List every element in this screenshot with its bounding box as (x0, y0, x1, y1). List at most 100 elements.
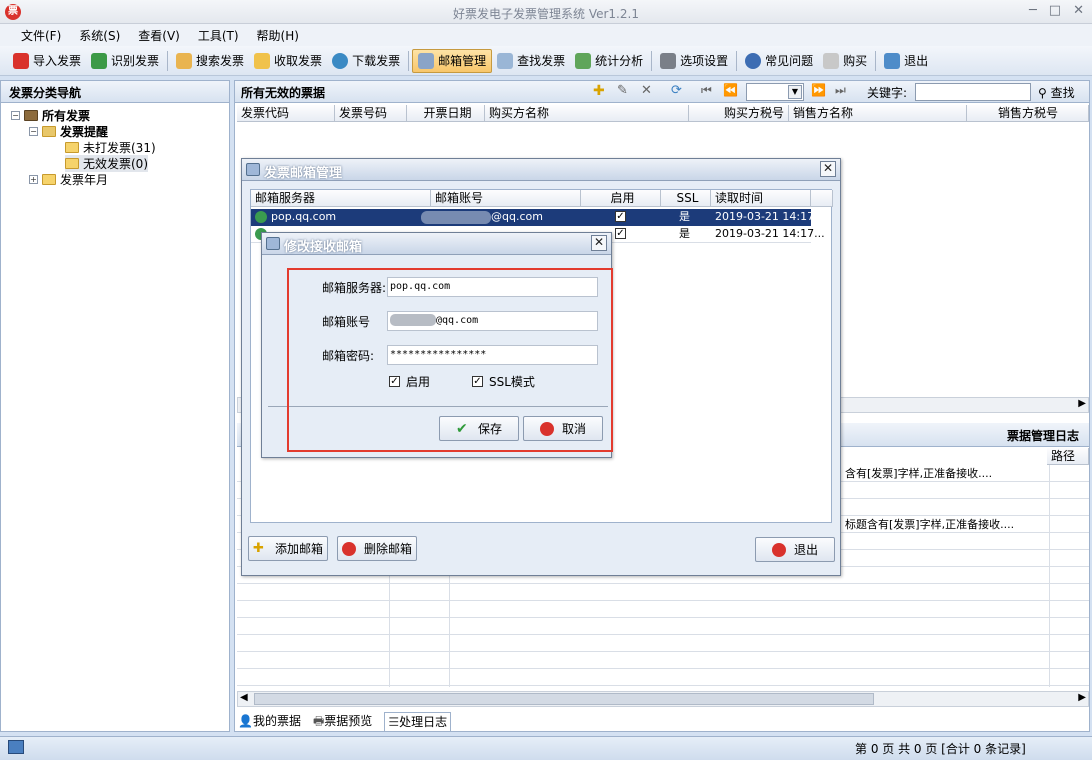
buy-button[interactable]: 购买 (818, 49, 872, 73)
menu-tools[interactable]: 工具(T) (189, 27, 248, 44)
row-enabled-checkbox[interactable]: ✓ (615, 228, 626, 239)
tab-my-invoices[interactable]: 👤我的票据 (238, 712, 301, 732)
log-row-1: 含有[发票]字样,正准备接收.... (845, 467, 993, 480)
find-invoice-button[interactable]: 查找发票 (492, 49, 570, 73)
keyword-input[interactable] (915, 83, 1031, 101)
tree-node-invalid[interactable]: 无效发票(0) (65, 155, 148, 172)
delete-icon[interactable]: ✕ (641, 83, 652, 98)
refresh-icon[interactable]: ⟳ (671, 83, 682, 98)
collapse-icon[interactable]: − (11, 111, 20, 120)
receive-icon (254, 52, 271, 69)
collapse-icon[interactable]: − (29, 127, 38, 136)
scroll-right-icon[interactable]: ▶ (1078, 398, 1086, 409)
col-mail-account[interactable]: 邮箱账号 (431, 190, 581, 207)
maximize-button[interactable]: □ (1049, 3, 1061, 18)
delete-mailbox-button[interactable]: 删除邮箱 (337, 536, 417, 561)
tab-process-log[interactable]: ☰处理日志 (384, 712, 452, 732)
keyword-label: 关键字: (867, 86, 908, 100)
printer-icon: 🖶 (312, 714, 325, 728)
col-path[interactable]: 路径 (1047, 448, 1089, 465)
menu-system[interactable]: 系统(S) (70, 27, 129, 44)
edit-dialog-titlebar: 修改接收邮箱 ✕ (262, 233, 611, 255)
col-issue-date[interactable]: 开票日期 (407, 105, 485, 122)
title-bar: 票 好票发电子发票管理系统 Ver1.2.1 ─ □ ✕ (0, 0, 1092, 24)
exit-icon (884, 52, 901, 69)
log-icon: ☰ (388, 715, 400, 729)
col-enabled[interactable]: 启用 (581, 190, 661, 207)
close-button[interactable]: ✕ (1073, 3, 1084, 18)
blurred-account (421, 211, 491, 224)
add-icon[interactable]: ✚ (593, 83, 605, 99)
log-title: 票据管理日志 (1006, 429, 1079, 443)
close-edit-dialog-button[interactable]: ✕ (591, 235, 607, 251)
col-invoice-code[interactable]: 发票代码 (237, 105, 335, 122)
exit-icon (771, 542, 786, 557)
receive-invoice-button[interactable]: 收取发票 (249, 49, 327, 73)
exit-dialog-button[interactable]: 退出 (755, 537, 835, 562)
exit-button[interactable]: 退出 (879, 49, 933, 73)
help-icon (745, 52, 762, 69)
scroll-thumb[interactable] (254, 693, 874, 705)
tab-invoice-preview[interactable]: 🖶票据预览 (313, 712, 372, 732)
folder-icon (65, 158, 79, 169)
mailbox-icon (418, 52, 435, 69)
mailbox-row-1[interactable]: pop.qq.com @qq.com ✓ 是 2019-03-21 14:17.… (251, 209, 825, 226)
search-button[interactable]: ⚲ 查找 (1038, 84, 1075, 101)
menu-bar: 文件(F) 系统(S) 查看(V) 工具(T) 帮助(H) (0, 24, 1092, 46)
user-icon: 👤 (238, 714, 253, 728)
last-page-icon[interactable]: ⏭ (835, 83, 846, 98)
status-bar: 第 0 页 共 0 页 [合计 0 条记录] (0, 736, 1092, 760)
computer-icon (8, 740, 24, 754)
menu-view[interactable]: 查看(V) (129, 27, 189, 44)
col-read-time[interactable]: 读取时间 (711, 190, 811, 207)
tree-node-unprinted[interactable]: 未打发票(31) (65, 139, 156, 156)
folder-icon (42, 174, 56, 185)
tree-node-all[interactable]: − 所有发票 (11, 107, 90, 124)
menu-file[interactable]: 文件(F) (12, 27, 70, 44)
search-invoice-button[interactable]: 搜索发票 (171, 49, 249, 73)
delete-icon (341, 541, 356, 556)
col-invoice-number[interactable]: 发票号码 (335, 105, 407, 122)
col-buyer-tax[interactable]: 购买方税号 (689, 105, 789, 122)
folder-icon (65, 142, 79, 153)
mailbox-dialog-titlebar: 发票邮箱管理 ✕ (242, 159, 840, 181)
cart-icon (823, 52, 840, 69)
expand-icon[interactable]: + (29, 175, 38, 184)
log-row-2: 标题含有[发票]字样,正准备接收.... (845, 518, 1015, 531)
all-invoices-icon (24, 110, 38, 121)
nav-panel: 发票分类导航 − 所有发票 − 发票提醒 未打发票(31) 无效发票(0) + … (0, 80, 230, 732)
scroll-right-icon[interactable]: ▶ (1078, 692, 1086, 703)
row-enabled-checkbox[interactable]: ✓ (615, 211, 626, 222)
prev-page-icon[interactable]: ⏪ (723, 83, 738, 97)
col-seller-name[interactable]: 销售方名称 (789, 105, 967, 122)
mailbox-management-button[interactable]: 邮箱管理 (412, 48, 493, 73)
tree-node-reminder[interactable]: − 发票提醒 (29, 123, 108, 140)
edit-icon[interactable]: ✎ (617, 83, 628, 98)
options-button[interactable]: 选项设置 (655, 49, 733, 73)
tree-node-yearmonth[interactable]: + 发票年月 (29, 171, 108, 188)
close-dialog-button[interactable]: ✕ (820, 161, 836, 177)
download-invoice-button[interactable]: 下载发票 (327, 49, 405, 73)
scroll-left-icon[interactable]: ◀ (240, 692, 248, 703)
col-seller-tax[interactable]: 销售方税号 (967, 105, 1089, 122)
download-icon (332, 52, 349, 69)
add-mailbox-button[interactable]: ✚ 添加邮箱 (248, 536, 328, 561)
import-invoice-button[interactable]: 导入发票 (8, 49, 86, 73)
statistics-button[interactable]: 统计分析 (570, 49, 648, 73)
recognize-invoice-button[interactable]: 识别发票 (86, 49, 164, 73)
menu-help[interactable]: 帮助(H) (248, 27, 308, 44)
import-icon (13, 52, 29, 69)
minimize-button[interactable]: ─ (1029, 3, 1037, 18)
page-status: 第 0 页 共 0 页 [合计 0 条记录] (855, 742, 1026, 756)
col-buyer-name[interactable]: 购买方名称 (485, 105, 689, 122)
nav-title: 发票分类导航 (1, 81, 229, 103)
col-mail-server[interactable]: 邮箱服务器 (251, 190, 431, 207)
first-page-icon[interactable]: ⏮ (701, 83, 712, 98)
lower-horizontal-scrollbar[interactable]: ◀ ▶ (237, 691, 1089, 707)
next-page-icon[interactable]: ⏩ (811, 83, 826, 97)
page-select[interactable]: ▼ (746, 83, 804, 101)
faq-button[interactable]: 常见问题 (740, 49, 818, 73)
main-title: 所有无效的票据 (241, 86, 326, 100)
col-ssl[interactable]: SSL (661, 190, 711, 207)
bottom-tabs: 👤我的票据 🖶票据预览 ☰处理日志 (238, 712, 452, 732)
